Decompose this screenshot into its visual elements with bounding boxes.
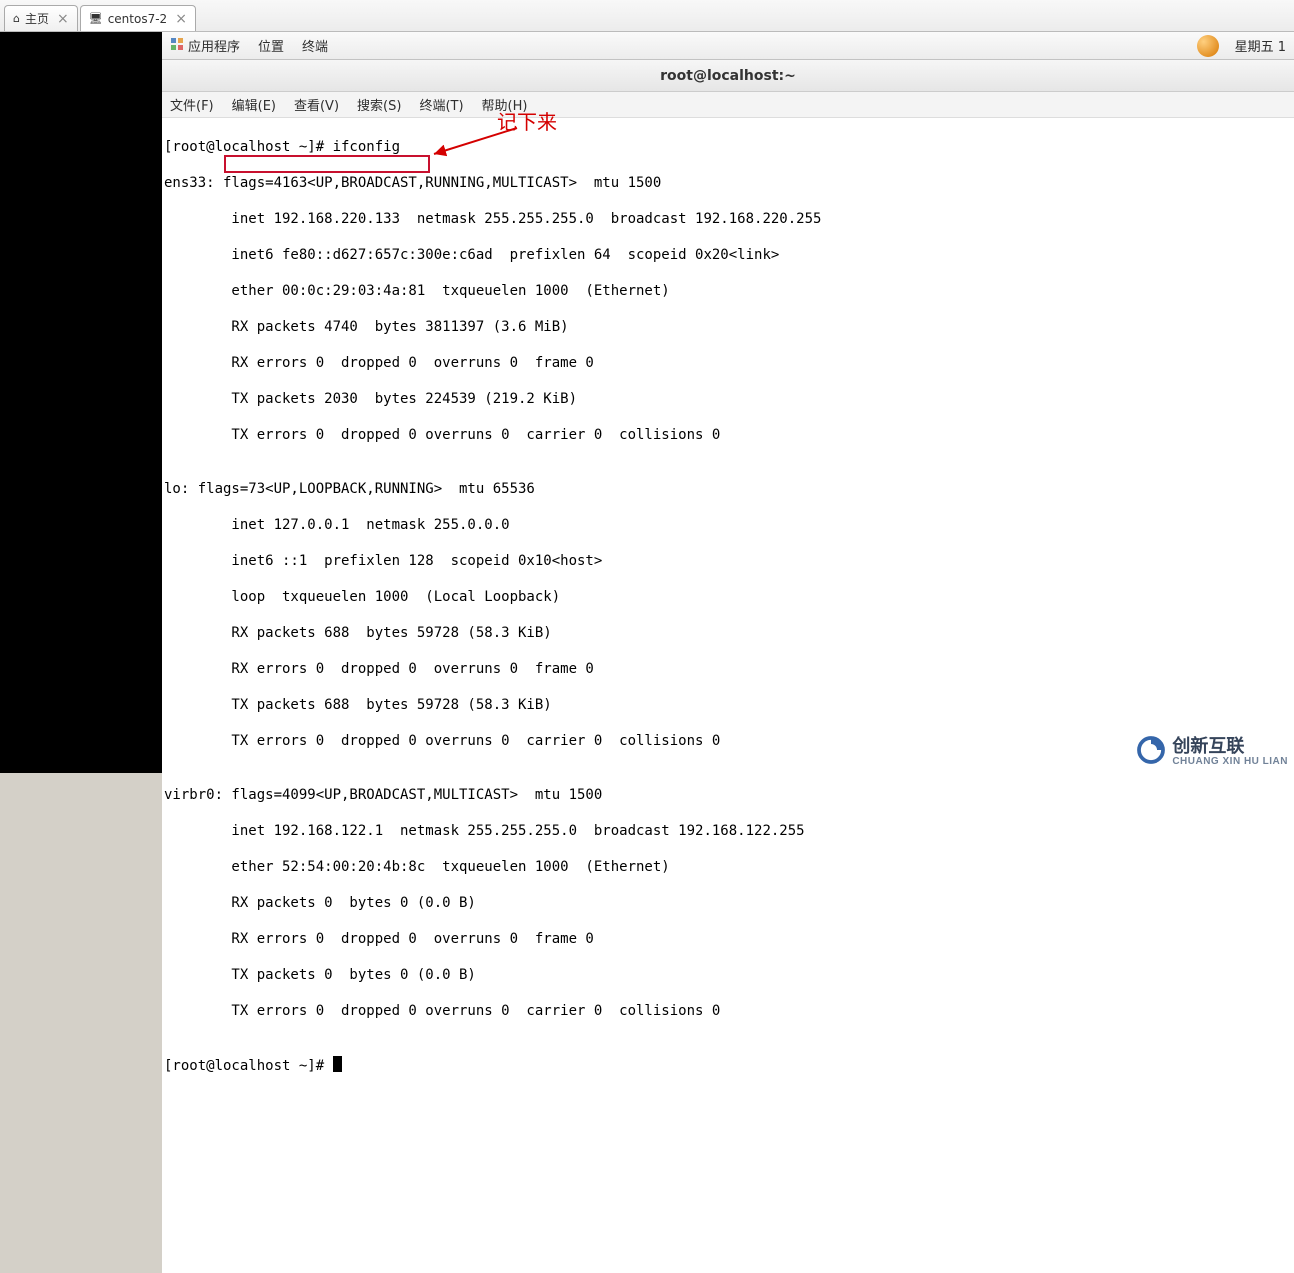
term-line: RX errors 0 dropped 0 overruns 0 frame 0 xyxy=(164,354,1294,372)
term-line: inet 127.0.0.1 netmask 255.0.0.0 xyxy=(164,516,1294,534)
term-line: TX errors 0 dropped 0 overruns 0 carrier… xyxy=(164,1002,1294,1020)
terminal-window: root@localhost:~ 文件(F) 编辑(E) 查看(V) 搜索(S)… xyxy=(162,60,1294,1273)
watermark-text: 创新互联 xyxy=(1172,732,1288,758)
vm-tab-home[interactable]: ⌂ 主页 × xyxy=(4,5,78,31)
vm-tab-strip: ⌂ 主页 × 🖥 centos7-2 × xyxy=(0,0,1294,32)
vm-side-panel xyxy=(0,32,162,773)
highlight-ip-box xyxy=(224,155,430,173)
clock: 星期五 1 xyxy=(1235,36,1286,55)
term-line: RX errors 0 dropped 0 overruns 0 frame 0 xyxy=(164,930,1294,948)
terminal-output[interactable]: [root@localhost ~]# ifconfig ens33: flag… xyxy=(162,118,1294,1273)
home-icon: ⌂ xyxy=(13,12,20,25)
vm-tab-home-label: 主页 xyxy=(25,10,49,27)
vm-tab-centos-label: centos7-2 xyxy=(108,12,167,26)
term-line: inet6 fe80::d627:657c:300e:c6ad prefixle… xyxy=(164,246,1294,264)
term-line: ether 52:54:00:20:4b:8c txqueuelen 1000 … xyxy=(164,858,1294,876)
gnome-top-panel: 应用程序 位置 终端 星期五 1 xyxy=(162,32,1294,60)
activities-icon[interactable] xyxy=(170,37,184,55)
status-icon[interactable] xyxy=(1197,35,1219,57)
term-line: virbr0: flags=4099<UP,BROADCAST,MULTICAS… xyxy=(164,786,1294,804)
term-line: TX packets 688 bytes 59728 (58.3 KiB) xyxy=(164,696,1294,714)
menu-edit[interactable]: 编辑(E) xyxy=(232,95,276,114)
menu-view[interactable]: 查看(V) xyxy=(294,95,339,114)
watermark-sub: CHUANG XIN HU LIAN xyxy=(1172,756,1288,767)
vm-tab-centos[interactable]: 🖥 centos7-2 × xyxy=(80,5,196,31)
term-line: ens33: flags=4163<UP,BROADCAST,RUNNING,M… xyxy=(164,174,1294,192)
term-line: TX packets 0 bytes 0 (0.0 B) xyxy=(164,966,1294,984)
terminal-titlebar[interactable]: root@localhost:~ xyxy=(162,60,1294,92)
menu-help[interactable]: 帮助(H) xyxy=(482,95,528,114)
menu-search[interactable]: 搜索(S) xyxy=(357,95,401,114)
term-line: inet6 ::1 prefixlen 128 scopeid 0x10<hos… xyxy=(164,552,1294,570)
menu-file[interactable]: 文件(F) xyxy=(170,95,214,114)
term-line: loop txqueuelen 1000 (Local Loopback) xyxy=(164,588,1294,606)
cursor-icon xyxy=(333,1056,342,1072)
guest-desktop: 应用程序 位置 终端 星期五 1 root@localhost:~ 文件(F) … xyxy=(162,32,1294,773)
watermark-icon xyxy=(1136,735,1166,765)
menu-terminal[interactable]: 终端 xyxy=(302,36,328,55)
term-line: lo: flags=73<UP,LOOPBACK,RUNNING> mtu 65… xyxy=(164,480,1294,498)
menu-applications[interactable]: 应用程序 xyxy=(188,36,240,55)
watermark: 创新互联 CHUANG XIN HU LIAN xyxy=(1136,732,1288,767)
menu-term[interactable]: 终端(T) xyxy=(419,95,463,114)
term-line: RX packets 4740 bytes 3811397 (3.6 MiB) xyxy=(164,318,1294,336)
term-line: inet 192.168.122.1 netmask 255.255.255.0… xyxy=(164,822,1294,840)
term-line: [root@localhost ~]# ifconfig xyxy=(164,138,1294,156)
term-line: TX errors 0 dropped 0 overruns 0 carrier… xyxy=(164,732,1294,750)
term-prompt-line: [root@localhost ~]# xyxy=(164,1056,1294,1075)
close-icon[interactable]: × xyxy=(57,11,69,27)
term-line: ether 00:0c:29:03:4a:81 txqueuelen 1000 … xyxy=(164,282,1294,300)
term-line: RX packets 0 bytes 0 (0.0 B) xyxy=(164,894,1294,912)
menu-places[interactable]: 位置 xyxy=(258,36,284,55)
term-line: inet 192.168.220.133 netmask 255.255.255… xyxy=(164,210,1294,228)
term-line: TX packets 2030 bytes 224539 (219.2 KiB) xyxy=(164,390,1294,408)
vm-icon: 🖥 xyxy=(89,12,103,25)
term-line: RX packets 688 bytes 59728 (58.3 KiB) xyxy=(164,624,1294,642)
term-prompt: [root@localhost ~]# xyxy=(164,1058,333,1074)
term-line: RX errors 0 dropped 0 overruns 0 frame 0 xyxy=(164,660,1294,678)
close-icon[interactable]: × xyxy=(175,11,187,27)
terminal-menubar: 文件(F) 编辑(E) 查看(V) 搜索(S) 终端(T) 帮助(H) xyxy=(162,92,1294,118)
terminal-title: root@localhost:~ xyxy=(660,68,796,84)
term-line: TX errors 0 dropped 0 overruns 0 carrier… xyxy=(164,426,1294,444)
